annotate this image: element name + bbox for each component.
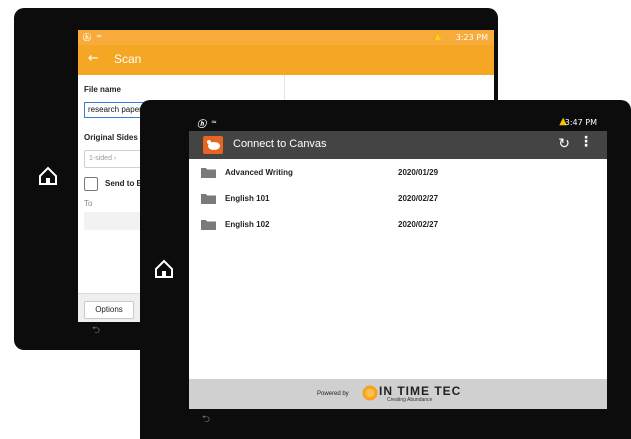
hp-logo-icon: ⓗ [197,120,207,130]
folder-icon [201,220,216,230]
wifi-icon: ≈ [96,32,102,40]
folder-date: 2020/02/27 [398,194,439,203]
back-nav-icon[interactable]: ⮌ [202,412,210,429]
list-item[interactable]: Advanced Writing 2020/01/29 [189,163,607,185]
status-bar: ⓗ ≈ ▲ 3:23 PM [78,30,494,45]
hp-logo-icon: ⓗ [83,33,91,42]
folder-name: English 101 [225,194,270,203]
canvas-app-icon [203,136,223,154]
canvas-device: ⓗ ≈ ▲ 3:47 PM Connect to Canvas ↻ ⋮ Adva… [140,100,631,439]
wifi-icon: ≈ [211,118,217,126]
folder-name: Advanced Writing [225,168,293,177]
folder-name: English 102 [225,220,270,229]
status-bar: ⓗ ≈ ▲ 3:47 PM [189,115,607,131]
to-label: To [84,199,93,208]
original-sides-selector[interactable]: 1-sided › [84,150,146,168]
home-icon[interactable] [37,165,59,187]
warning-icon[interactable]: ▲ [435,32,441,41]
sun-logo-icon [362,385,378,401]
status-time: 3:23 PM [455,33,488,42]
back-arrow-icon[interactable]: ← [88,51,99,66]
options-button[interactable]: Options [84,301,134,319]
original-sides-label: Original Sides ▴ [84,133,144,142]
refresh-icon[interactable]: ↻ [558,136,570,152]
send-to-email-checkbox[interactable] [84,177,98,191]
folder-icon [201,194,216,204]
folder-date: 2020/02/27 [398,220,439,229]
file-name-label: File name [84,85,121,94]
folder-icon [201,168,216,178]
scan-title-bar: ← Scan [78,45,494,75]
page-title: Scan [114,52,142,66]
more-vertical-icon[interactable]: ⋮ [579,134,593,150]
folder-date: 2020/01/29 [398,168,439,177]
status-time: 3:47 PM [564,118,597,127]
brand-tagline: Creating Abundance [387,397,433,403]
home-icon[interactable] [153,258,175,280]
canvas-header: Connect to Canvas ↻ ⋮ [189,131,607,159]
powered-by-footer: Powered by IN TIME TEC Creating Abundanc… [189,379,607,409]
list-item[interactable]: English 101 2020/02/27 [189,189,607,211]
list-item[interactable]: English 102 2020/02/27 [189,215,607,237]
powered-by-label: Powered by [317,391,349,397]
brand-name: IN TIME TEC [379,384,462,398]
page-title: Connect to Canvas [233,138,327,150]
back-nav-icon[interactable]: ⮌ [92,323,100,340]
in-time-tec-logo: IN TIME TEC Creating Abundance [361,381,481,407]
canvas-screen: Connect to Canvas ↻ ⋮ Advanced Writing 2… [189,131,607,409]
